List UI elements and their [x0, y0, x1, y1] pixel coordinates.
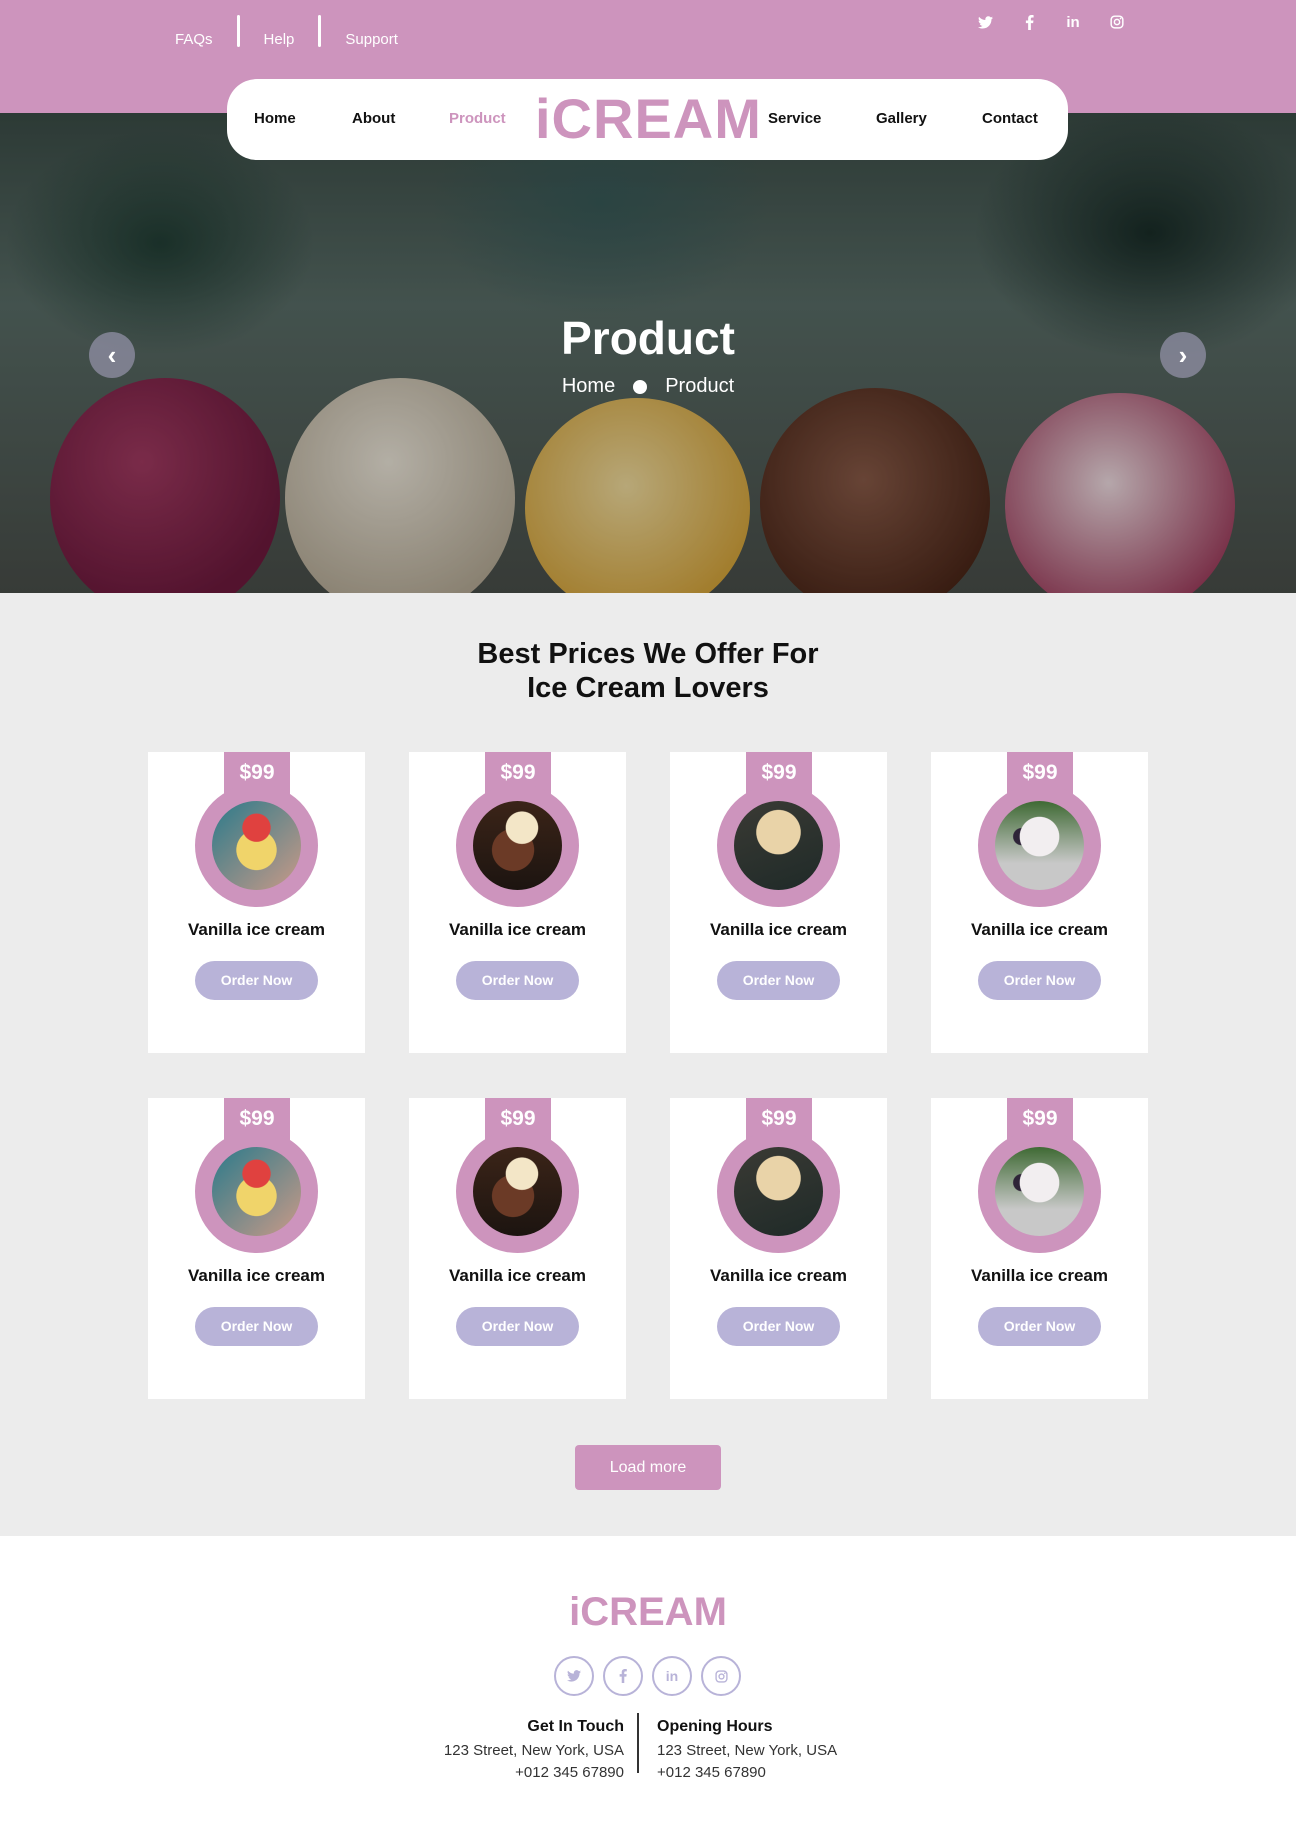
- linkedin-icon[interactable]: in: [1064, 12, 1082, 32]
- section-title-line1: Best Prices We Offer For: [477, 638, 819, 670]
- get-in-touch-heading: Get In Touch: [527, 1718, 624, 1735]
- product-image: [734, 1147, 823, 1236]
- product-card: $99 Vanilla ice cream Order Now: [409, 1098, 626, 1399]
- hero-banner: ‹ › Product Home Product: [0, 113, 1296, 593]
- twitter-icon[interactable]: [554, 1656, 594, 1696]
- product-image-frame: [456, 784, 579, 907]
- order-now-button[interactable]: Order Now: [195, 961, 318, 1000]
- product-card: $99 Vanilla ice cream Order Now: [148, 752, 365, 1053]
- product-image-frame: [456, 1130, 579, 1253]
- breadcrumb-home-link[interactable]: Home: [562, 375, 615, 398]
- footer-social-links: in: [554, 1656, 741, 1696]
- nav-product[interactable]: Product: [449, 110, 506, 127]
- products-section: Best Prices We Offer For Ice Cream Lover…: [0, 593, 1296, 1536]
- nav-about[interactable]: About: [352, 110, 395, 127]
- phone: +012 345 67890: [515, 1764, 624, 1781]
- footer: iCREAM in Get In Touch 123 Street, New Y…: [0, 1536, 1296, 1830]
- product-card: $99 Vanilla ice cream Order Now: [931, 752, 1148, 1053]
- top-links: FAQs Help Support: [175, 14, 422, 48]
- product-image: [995, 1147, 1084, 1236]
- product-card: $99 Vanilla ice cream Order Now: [931, 1098, 1148, 1399]
- product-name: Vanilla ice cream: [187, 1266, 326, 1285]
- order-now-button[interactable]: Order Now: [456, 1307, 579, 1346]
- get-in-touch: Get In Touch 123 Street, New York, USA +…: [424, 1716, 624, 1784]
- address: 123 Street, New York, USA: [657, 1742, 838, 1759]
- product-image: [473, 1147, 562, 1236]
- order-now-button[interactable]: Order Now: [978, 1307, 1101, 1346]
- product-image-frame: [717, 1130, 840, 1253]
- load-more-button[interactable]: Load more: [575, 1445, 721, 1490]
- product-image: [995, 801, 1084, 890]
- divider: [637, 1713, 639, 1773]
- order-now-button[interactable]: Order Now: [978, 961, 1101, 1000]
- section-title-line2: Ice Cream Lovers: [527, 672, 769, 704]
- linkedin-icon[interactable]: in: [652, 1656, 692, 1696]
- breadcrumb-current: Product: [665, 375, 735, 397]
- instagram-icon[interactable]: [1108, 12, 1126, 32]
- order-now-button[interactable]: Order Now: [717, 1307, 840, 1346]
- product-name: Vanilla ice cream: [970, 1266, 1109, 1285]
- twitter-icon[interactable]: [976, 12, 994, 32]
- order-now-button[interactable]: Order Now: [456, 961, 579, 1000]
- facebook-icon[interactable]: [603, 1656, 643, 1696]
- product-name: Vanilla ice cream: [187, 920, 326, 939]
- product-image-frame: [978, 1130, 1101, 1253]
- product-image: [212, 1147, 301, 1236]
- product-card: $99 Vanilla ice cream Order Now: [670, 752, 887, 1053]
- order-now-button[interactable]: Order Now: [195, 1307, 318, 1346]
- product-image: [734, 801, 823, 890]
- section-title: Best Prices We Offer For Ice Cream Lover…: [0, 637, 1296, 705]
- product-image-frame: [978, 784, 1101, 907]
- product-image-frame: [717, 784, 840, 907]
- product-name: Vanilla ice cream: [970, 920, 1109, 939]
- order-now-button[interactable]: Order Now: [717, 961, 840, 1000]
- product-image-frame: [195, 784, 318, 907]
- product-card: $99 Vanilla ice cream Order Now: [148, 1098, 365, 1399]
- main-navbar: Home About Product iCREAM Service Galler…: [227, 79, 1068, 160]
- product-name: Vanilla ice cream: [448, 1266, 587, 1285]
- opening-hours-heading: Opening Hours: [657, 1718, 773, 1735]
- nav-home[interactable]: Home: [254, 110, 296, 127]
- product-card: $99 Vanilla ice cream Order Now: [409, 752, 626, 1053]
- faqs-link[interactable]: FAQs: [175, 28, 237, 52]
- page-title: Product: [561, 312, 735, 364]
- logo[interactable]: iCREAM: [535, 89, 762, 149]
- product-name: Vanilla ice cream: [448, 920, 587, 939]
- nav-gallery[interactable]: Gallery: [876, 110, 927, 127]
- nav-contact[interactable]: Contact: [982, 110, 1038, 127]
- opening-hours: Opening Hours 123 Street, New York, USA …: [657, 1716, 857, 1784]
- product-image: [473, 801, 562, 890]
- footer-logo[interactable]: iCREAM: [0, 1590, 1296, 1635]
- product-card: $99 Vanilla ice cream Order Now: [670, 1098, 887, 1399]
- support-link[interactable]: Support: [321, 28, 422, 52]
- product-image-frame: [195, 1130, 318, 1253]
- product-image: [212, 801, 301, 890]
- facebook-icon[interactable]: [1020, 12, 1038, 32]
- breadcrumb-dot-icon: [633, 379, 648, 394]
- product-name: Vanilla ice cream: [709, 1266, 848, 1285]
- nav-service[interactable]: Service: [768, 110, 821, 127]
- address: 123 Street, New York, USA: [443, 1742, 624, 1759]
- product-name: Vanilla ice cream: [709, 920, 848, 939]
- instagram-icon[interactable]: [701, 1656, 741, 1696]
- top-social-links: in: [976, 12, 1126, 32]
- phone: +012 345 67890: [657, 1764, 766, 1781]
- breadcrumb: Home Product: [0, 375, 1296, 398]
- help-link[interactable]: Help: [240, 28, 319, 52]
